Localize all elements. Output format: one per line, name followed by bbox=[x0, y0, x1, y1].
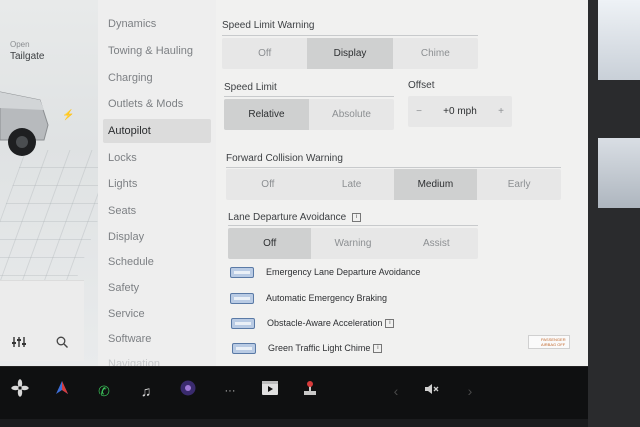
toggle-label: Automatic Emergency Braking bbox=[266, 293, 388, 303]
info-icon[interactable]: i bbox=[385, 318, 395, 328]
menu-item-seats[interactable]: Seats bbox=[103, 199, 211, 223]
camera-icon[interactable] bbox=[176, 379, 200, 403]
menu-item-locks[interactable]: Locks bbox=[103, 146, 211, 170]
video-icon[interactable] bbox=[258, 379, 282, 403]
offset-value: +0 mph bbox=[443, 106, 477, 117]
divider bbox=[224, 96, 394, 97]
chevron-right-icon[interactable]: › bbox=[458, 379, 482, 403]
forward-collision-warning-title: Forward Collision Warning bbox=[226, 153, 343, 164]
menu-item-service[interactable]: Service bbox=[103, 302, 211, 326]
passenger-airbag-off-indicator: PASSENGER AIRBAG OFF bbox=[528, 335, 570, 349]
apps-icon[interactable]: ··· bbox=[218, 379, 242, 403]
speed-limit-relative[interactable]: Relative bbox=[224, 99, 309, 130]
cybertruck-model bbox=[0, 91, 49, 156]
chevron-left-icon[interactable]: ‹ bbox=[384, 379, 408, 403]
floor-grid bbox=[0, 150, 98, 290]
speed-limit-warning-title: Speed Limit Warning bbox=[222, 20, 315, 31]
menu-item-lights[interactable]: Lights bbox=[103, 172, 211, 196]
speed-limit-warning-chime[interactable]: Chime bbox=[393, 38, 478, 69]
toggle-label: Emergency Lane Departure Avoidance bbox=[266, 267, 421, 277]
lda-off[interactable]: Off bbox=[228, 228, 312, 259]
search-icon[interactable] bbox=[56, 336, 68, 348]
fcw-off[interactable]: Off bbox=[226, 169, 310, 200]
forward-collision-warning-selector: Off Late Medium Early bbox=[226, 169, 561, 200]
toggle-label: Green Traffic Light Chime bbox=[268, 343, 371, 353]
settings-menu: Dynamics Towing & Hauling Charging Outle… bbox=[98, 0, 216, 366]
toggle-label: Obstacle-Aware Acceleration bbox=[267, 318, 383, 328]
taskbar: ✆ ♫ ··· ‹ › bbox=[0, 366, 588, 419]
menu-item-charging[interactable]: Charging bbox=[103, 66, 211, 90]
background-window bbox=[598, 0, 640, 80]
music-icon[interactable]: ♫ bbox=[134, 379, 158, 403]
airbag-line2: AIRBAG OFF bbox=[541, 342, 566, 347]
divider bbox=[228, 225, 478, 226]
lane-departure-avoidance-title: Lane Departure Avoidance i bbox=[228, 212, 362, 223]
fcw-late[interactable]: Late bbox=[310, 169, 394, 200]
menu-item-display[interactable]: Display bbox=[103, 225, 211, 249]
toggle-row-emergency-lane-departure[interactable]: Emergency Lane Departure Avoidance bbox=[230, 265, 420, 279]
toggle-row-green-traffic-light-chime[interactable]: Green Traffic Light Chime i bbox=[232, 341, 383, 355]
navigation-icon[interactable] bbox=[50, 379, 74, 403]
phone-icon[interactable]: ✆ bbox=[92, 379, 116, 403]
tailgate-state: Open bbox=[10, 40, 30, 49]
speed-limit-selector: Relative Absolute bbox=[224, 99, 394, 130]
background-window bbox=[598, 138, 640, 208]
divider bbox=[226, 167, 561, 168]
info-icon[interactable]: i bbox=[352, 212, 362, 222]
lda-assist[interactable]: Assist bbox=[395, 228, 478, 259]
menu-item-towing-hauling[interactable]: Towing & Hauling bbox=[103, 39, 211, 63]
vehicle-3d-view[interactable]: Open Tailgate ⚡ bbox=[0, 0, 98, 366]
fcw-medium[interactable]: Medium bbox=[393, 169, 478, 200]
joystick-icon[interactable] bbox=[298, 379, 322, 403]
offset-increase-button[interactable]: + bbox=[490, 96, 512, 127]
checkbox-toggle[interactable] bbox=[230, 292, 254, 304]
toggle-row-obstacle-aware-acceleration[interactable]: Obstacle-Aware Acceleration i bbox=[231, 316, 395, 330]
lda-warning[interactable]: Warning bbox=[311, 228, 394, 259]
touchscreen: Open Tailgate ⚡ Dynamics Towing & Haulin… bbox=[0, 0, 588, 366]
adjust-sliders-icon[interactable] bbox=[12, 336, 26, 348]
speed-limit-warning-selector: Off Display Chime bbox=[222, 38, 478, 69]
speed-limit-title: Speed Limit bbox=[224, 82, 277, 93]
tailgate-button[interactable]: Tailgate bbox=[10, 51, 44, 62]
offset-decrease-button[interactable]: − bbox=[408, 96, 430, 127]
menu-item-autopilot[interactable]: Autopilot bbox=[103, 119, 211, 143]
speed-limit-absolute[interactable]: Absolute bbox=[309, 99, 394, 130]
vehicle-controls-card bbox=[0, 280, 84, 361]
toggle-row-automatic-emergency-braking[interactable]: Automatic Emergency Braking bbox=[230, 291, 387, 305]
volume-mute-icon[interactable] bbox=[420, 379, 444, 403]
menu-item-navigation[interactable]: Navigation bbox=[103, 352, 211, 366]
menu-item-schedule[interactable]: Schedule bbox=[103, 250, 211, 274]
speed-limit-warning-off[interactable]: Off bbox=[222, 38, 307, 69]
charging-bolt-icon: ⚡ bbox=[62, 110, 75, 121]
lane-departure-avoidance-selector: Off Warning Assist bbox=[228, 228, 478, 259]
checkbox-toggle[interactable] bbox=[232, 342, 256, 354]
lane-departure-avoidance-label: Lane Departure Avoidance bbox=[228, 212, 347, 223]
fcw-early[interactable]: Early bbox=[477, 169, 561, 200]
menu-item-safety[interactable]: Safety bbox=[103, 276, 211, 300]
speed-limit-warning-display[interactable]: Display bbox=[307, 38, 393, 69]
menu-item-dynamics[interactable]: Dynamics bbox=[103, 12, 211, 36]
fan-icon[interactable] bbox=[8, 379, 32, 403]
offset-title: Offset bbox=[408, 80, 435, 91]
menu-item-outlets-mods[interactable]: Outlets & Mods bbox=[103, 92, 211, 116]
divider bbox=[222, 35, 478, 36]
info-icon[interactable]: i bbox=[373, 343, 383, 353]
menu-item-software[interactable]: Software bbox=[103, 327, 211, 351]
checkbox-toggle[interactable] bbox=[231, 317, 255, 329]
offset-stepper: − +0 mph + bbox=[408, 96, 512, 127]
checkbox-toggle[interactable] bbox=[230, 266, 254, 278]
autopilot-settings: Speed Limit Warning Off Display Chime Sp… bbox=[216, 0, 588, 366]
